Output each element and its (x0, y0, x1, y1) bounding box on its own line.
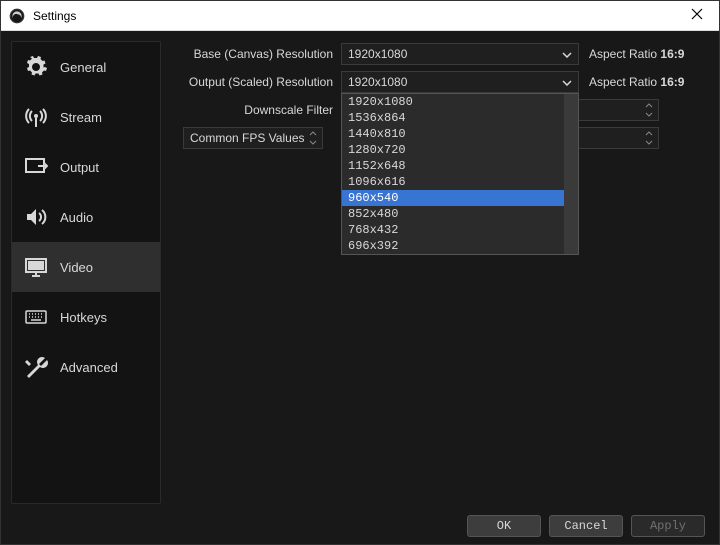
dropdown-option[interactable]: 1536x864 (342, 110, 578, 126)
sidebar-item-audio[interactable]: Audio (12, 192, 160, 242)
fps-type-value: Common FPS Values (190, 131, 305, 145)
gear-icon (24, 55, 48, 79)
dialog-footer: OK Cancel Apply (1, 508, 719, 544)
titlebar: Settings (1, 1, 719, 31)
dropdown-option[interactable]: 1920x1080 (342, 94, 578, 110)
dropdown-option[interactable]: 768x432 (342, 222, 578, 238)
base-resolution-label: Base (Canvas) Resolution (169, 47, 341, 61)
sidebar-item-label: Advanced (60, 360, 118, 375)
sidebar-item-advanced[interactable]: Advanced (12, 342, 160, 392)
settings-sidebar: General Stream Output Audio Video (11, 41, 161, 504)
sidebar-item-stream[interactable]: Stream (12, 92, 160, 142)
apply-button: Apply (631, 515, 705, 537)
dropdown-option[interactable]: 1440x810 (342, 126, 578, 142)
obs-logo-icon (9, 8, 25, 24)
chevron-down-icon (562, 75, 572, 89)
dropdown-option[interactable]: 696x392 (342, 238, 578, 254)
spinner-buttons[interactable] (642, 101, 656, 119)
sidebar-item-label: Output (60, 160, 99, 175)
spinner-buttons[interactable] (306, 129, 320, 147)
base-resolution-combo[interactable]: 1920x1080 (341, 43, 579, 65)
sidebar-item-video[interactable]: Video (12, 242, 160, 292)
output-aspect-ratio: Aspect Ratio 16:9 (589, 75, 684, 89)
sidebar-item-label: Audio (60, 210, 93, 225)
tools-icon (24, 355, 48, 379)
base-aspect-ratio: Aspect Ratio 16:9 (589, 47, 684, 61)
speaker-icon (24, 205, 48, 229)
dropdown-option[interactable]: 852x480 (342, 206, 578, 222)
sidebar-item-general[interactable]: General (12, 42, 160, 92)
window-title: Settings (33, 9, 683, 23)
dropdown-option[interactable]: 960x540 (342, 190, 578, 206)
fps-type-spinner[interactable]: Common FPS Values (183, 127, 323, 149)
antenna-icon (24, 105, 48, 129)
output-icon (24, 155, 48, 179)
close-button[interactable] (683, 7, 711, 25)
sidebar-item-label: Stream (60, 110, 102, 125)
sidebar-item-label: Hotkeys (60, 310, 107, 325)
output-resolution-value: 1920x1080 (348, 75, 407, 89)
spinner-buttons[interactable] (642, 129, 656, 147)
video-settings-panel: Base (Canvas) Resolution 1920x1080 Aspec… (169, 41, 711, 504)
keyboard-icon (24, 305, 48, 329)
output-resolution-combo[interactable]: 1920x1080 (341, 71, 579, 93)
sidebar-item-hotkeys[interactable]: Hotkeys (12, 292, 160, 342)
sidebar-item-label: Video (60, 260, 93, 275)
sidebar-item-output[interactable]: Output (12, 142, 160, 192)
output-resolution-dropdown[interactable]: 1920x10801536x8641440x8101280x7201152x64… (341, 93, 579, 255)
monitor-icon (24, 255, 48, 279)
ok-button[interactable]: OK (467, 515, 541, 537)
dropdown-option[interactable]: 1280x720 (342, 142, 578, 158)
output-resolution-label: Output (Scaled) Resolution (169, 75, 341, 89)
sidebar-item-label: General (60, 60, 106, 75)
dropdown-scrollbar[interactable] (564, 94, 578, 254)
downscale-filter-label: Downscale Filter (169, 103, 341, 117)
dropdown-option[interactable]: 1152x648 (342, 158, 578, 174)
chevron-down-icon (562, 47, 572, 61)
dropdown-option[interactable]: 1096x616 (342, 174, 578, 190)
base-resolution-value: 1920x1080 (348, 47, 407, 61)
cancel-button[interactable]: Cancel (549, 515, 623, 537)
